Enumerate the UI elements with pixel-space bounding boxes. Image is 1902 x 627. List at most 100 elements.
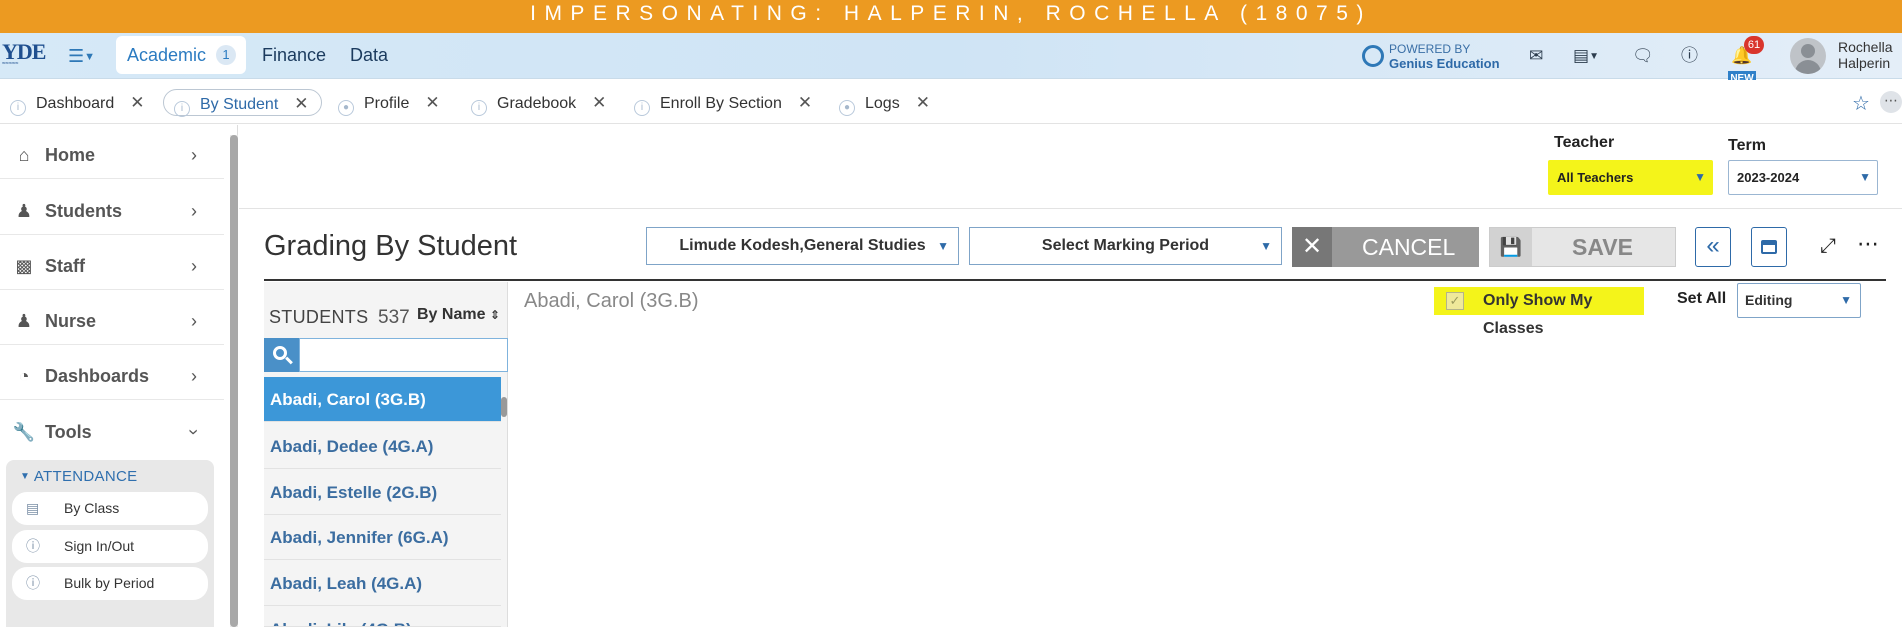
students-count: 537: [378, 307, 410, 328]
teacher-label: Teacher: [1554, 134, 1615, 151]
open-tab-label: Gradebook: [497, 95, 577, 112]
genius-education-label: Genius Education: [1389, 56, 1500, 71]
attendance-title[interactable]: ▼ ATTENDANCE: [20, 468, 137, 485]
sidebar-item-home[interactable]: ⌂ Home ›: [0, 131, 224, 179]
tabs-more-icon[interactable]: ⋯: [1880, 91, 1902, 113]
open-tab-label: Enroll By Section: [660, 95, 782, 112]
impersonation-text: IMPERSONATING: HALPERIN, ROCHELLA (18075…: [530, 2, 1372, 25]
more-options-icon[interactable]: ⋯: [1857, 231, 1879, 257]
powered-by-genius[interactable]: POWERED BY Genius Education: [1362, 41, 1512, 73]
marking-period-select[interactable]: Select Marking Period ▼: [969, 227, 1282, 265]
chevron-right-icon: ›: [191, 145, 197, 165]
program-select[interactable]: Limude Kodesh,General Studies ▼: [646, 227, 959, 265]
student-row[interactable]: Abadi, Estelle (2G.B): [264, 470, 501, 515]
panel-toggle-button[interactable]: [1751, 227, 1787, 267]
attendance-item-sign-in-out[interactable]: ⓘ Sign In/Out: [12, 530, 208, 563]
close-icon[interactable]: ✕: [592, 93, 606, 112]
cancel-button[interactable]: ✕ CANCEL: [1292, 227, 1479, 267]
school-logo[interactable]: YDE ≈≈≈≈≈: [2, 39, 60, 73]
wrench-icon: 🔧: [12, 422, 36, 442]
sort-icon: ⇕: [489, 308, 500, 322]
student-row[interactable]: Abadi, Lily (4G.B): [264, 607, 501, 627]
caret-down-icon: ▼: [1260, 239, 1272, 253]
staff-icon: ▩: [15, 256, 33, 276]
tab-info-icon: i: [10, 100, 26, 116]
sidebar-item-label: Staff: [45, 256, 85, 276]
favorite-star-icon[interactable]: ☆: [1852, 91, 1870, 116]
close-icon[interactable]: ✕: [425, 93, 439, 112]
marking-period-select-value: Select Marking Period: [1041, 237, 1210, 254]
attendance-item-label: Bulk by Period: [64, 575, 155, 591]
chevron-right-icon: ›: [191, 366, 197, 386]
student-icon: ♟: [15, 201, 33, 221]
avatar-body: [1795, 60, 1821, 74]
sidebar-item-students[interactable]: ♟ Students ›: [0, 187, 224, 235]
student-row[interactable]: Abadi, Dedee (4G.A): [264, 424, 501, 469]
document-dropdown-icon[interactable]: ▤▼: [1573, 45, 1599, 68]
nav-tab-data-label: Data: [350, 45, 389, 65]
close-icon[interactable]: ✕: [294, 94, 308, 113]
close-icon[interactable]: ✕: [130, 93, 144, 112]
tab-info-icon: i: [471, 100, 487, 116]
sidebar: ⌂ Home › ♟ Students › ▩ Staff › ♟ Nurse …: [0, 125, 238, 627]
open-tab-enroll-by-section[interactable]: i Enroll By Section ✕: [634, 89, 812, 116]
students-header: STUDENTS: [269, 307, 369, 327]
cancel-button-label: CANCEL: [1362, 234, 1456, 260]
student-search-input[interactable]: [299, 338, 508, 372]
chat-icon[interactable]: 🗨: [1632, 45, 1654, 67]
open-tab-label: Profile: [364, 95, 410, 112]
set-all-select[interactable]: Editing ▼: [1737, 283, 1861, 318]
sidebar-item-tools[interactable]: 🔧 Tools ›: [0, 408, 224, 456]
attendance-item-label: Sign In/Out: [64, 538, 135, 554]
chevron-right-icon: ›: [191, 201, 197, 221]
student-row[interactable]: Abadi, Carol (3G.B): [264, 377, 501, 422]
open-tab-gradebook[interactable]: i Gradebook ✕: [471, 89, 606, 116]
filters-divider: [239, 208, 1902, 209]
nurse-icon: ♟: [15, 311, 33, 331]
nav-tab-finance[interactable]: Finance: [262, 36, 326, 74]
nav-tab-academic[interactable]: Academic 1: [116, 36, 246, 74]
program-select-value: Limude Kodesh,General Studies: [679, 237, 926, 254]
open-tab-profile[interactable]: ● Profile ✕: [338, 89, 440, 116]
term-select-value: 2023-2024: [1737, 170, 1800, 185]
open-tab-logs[interactable]: ● Logs ✕: [839, 89, 930, 116]
user-name[interactable]: Rochella Halperin: [1838, 39, 1892, 71]
sort-label: By Name: [417, 306, 486, 323]
sidebar-item-dashboards[interactable]: ◔ Dashboards ›: [0, 352, 224, 400]
expand-icon[interactable]: ⤢: [1820, 235, 1836, 258]
dashboard-icon: ◔: [18, 366, 30, 386]
open-tab-by-student[interactable]: i By Student ✕: [163, 89, 322, 117]
page-title: Grading By Student: [264, 230, 518, 262]
student-row[interactable]: Abadi, Leah (4G.A): [264, 561, 501, 606]
sort-by-name[interactable]: By Name ⇕: [417, 306, 500, 324]
open-tabs-bar: i Dashboard ✕ i By Student ✕ ● Profile ✕ i Grad…: [0, 80, 1902, 124]
help-icon[interactable]: ⓘ: [1681, 45, 1698, 67]
attendance-item-by-class[interactable]: ▤ By Class: [12, 492, 208, 525]
sidebar-item-nurse[interactable]: ♟ Nurse ›: [0, 297, 224, 345]
term-select[interactable]: 2023-2024 ▼: [1728, 160, 1878, 195]
sidebar-scrollbar-thumb[interactable]: [230, 135, 238, 627]
checkbox-checked-icon[interactable]: ✓: [1446, 292, 1464, 310]
sidebar-item-label: Tools: [45, 422, 92, 442]
header-rule: [264, 279, 1886, 281]
close-icon[interactable]: ✕: [798, 93, 812, 112]
open-tab-dashboard[interactable]: i Dashboard ✕: [10, 89, 145, 116]
collapse-button[interactable]: «: [1695, 227, 1731, 267]
nav-tab-data[interactable]: Data: [350, 36, 388, 74]
hamburger-menu-icon[interactable]: ☰▼: [68, 46, 102, 66]
save-button[interactable]: 💾 SAVE: [1489, 227, 1676, 267]
student-row[interactable]: Abadi, Jennifer (6G.A): [264, 515, 501, 560]
attendance-item-bulk-by-period[interactable]: ⓘ Bulk by Period: [12, 567, 208, 600]
class-icon: ▤: [26, 500, 40, 516]
sidebar-scrollbar[interactable]: [230, 135, 238, 627]
search-button[interactable]: [264, 338, 299, 372]
caret-down-icon: ▼: [1694, 170, 1706, 184]
set-all-label: Set All: [1677, 290, 1727, 307]
close-icon[interactable]: ✕: [916, 93, 930, 112]
only-show-my-classes[interactable]: ✓ Only Show My Classes: [1434, 287, 1644, 337]
teacher-select[interactable]: All Teachers ▼: [1548, 160, 1713, 195]
students-scrollbar[interactable]: [501, 397, 507, 417]
sidebar-item-staff[interactable]: ▩ Staff ›: [0, 242, 224, 290]
user-avatar[interactable]: [1790, 38, 1826, 74]
mail-icon[interactable]: ✉: [1529, 45, 1543, 67]
